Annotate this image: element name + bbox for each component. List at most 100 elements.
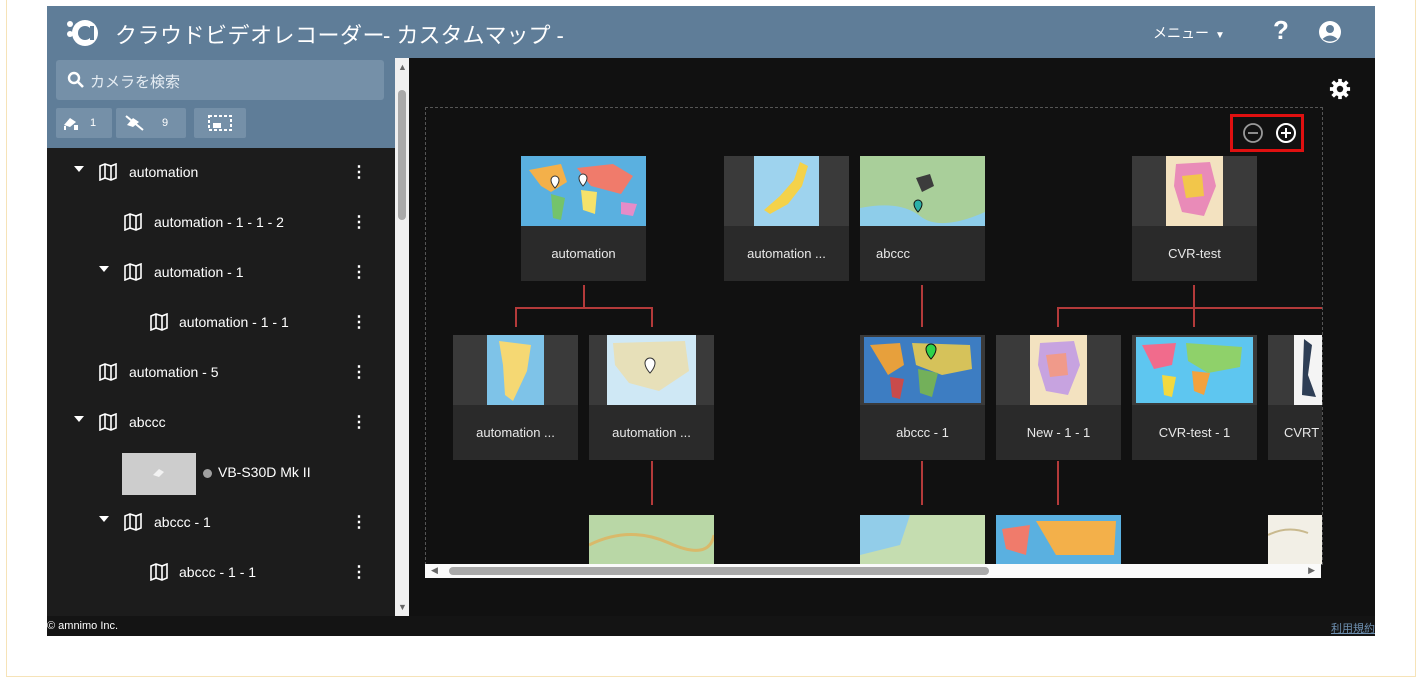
map-card-cvr-test-1[interactable]: CVR-test - 1 <box>1132 335 1257 460</box>
map-icon <box>99 363 117 381</box>
connector-line <box>515 307 517 327</box>
map-card-new-1-1[interactable]: New - 1 - 1 <box>996 335 1121 460</box>
connector-line <box>1057 307 1322 309</box>
south-america-map-image <box>453 335 578 405</box>
more-vert-icon[interactable]: ⋮ <box>351 263 367 283</box>
tree-item-abccc-1-1[interactable]: abccc - 1 - 1 ⋮ <box>47 548 395 598</box>
map-thumbnail <box>521 156 646 226</box>
terrain-map-image <box>860 156 985 226</box>
tree-item-automation-1-1-2[interactable]: automation - 1 - 1 - 2 ⋮ <box>47 198 395 248</box>
japan-map-image <box>724 156 849 226</box>
thumbnail-view-toggle[interactable] <box>194 108 246 138</box>
map-card-abccc[interactable]: abccc <box>860 156 985 281</box>
world-map-image <box>521 156 646 226</box>
map-card-cvr-test[interactable]: CVR-test <box>1132 156 1257 281</box>
scroll-up-icon[interactable]: ▲ <box>398 62 407 72</box>
tree-item-abccc-1[interactable]: abccc - 1 ⋮ <box>47 498 395 548</box>
offline-camera-filter[interactable]: 9 <box>116 108 186 138</box>
help-button[interactable]: ? <box>1273 15 1289 46</box>
expand-caret-icon <box>99 266 109 272</box>
map-card-child[interactable] <box>1268 515 1322 564</box>
map-card-child[interactable] <box>860 515 985 564</box>
tree-item-automation-1-1[interactable]: automation - 1 - 1 ⋮ <box>47 298 395 348</box>
menu-button[interactable]: メニュー ▼ <box>1153 23 1225 43</box>
map-card-name: abccc <box>876 246 910 261</box>
tree-item-abccc[interactable]: abccc ⋮ <box>47 398 395 448</box>
more-vert-icon[interactable]: ⋮ <box>351 563 367 583</box>
terrain-map-image <box>589 515 714 564</box>
more-vert-icon[interactable]: ⋮ <box>351 363 367 383</box>
map-card-name: CVR-test - 1 <box>1158 425 1231 440</box>
map-icon <box>150 313 168 331</box>
tree-item-automation[interactable]: automation ⋮ <box>47 148 395 198</box>
scroll-right-icon[interactable]: ▶ <box>1308 565 1315 576</box>
camera-search-input[interactable]: カメラを検索 <box>56 60 384 100</box>
map-card-automation-2[interactable]: automation ... <box>724 156 849 281</box>
custom-map-canvas[interactable]: automation automation ... abccc CVR-test… <box>425 107 1323 565</box>
connector-line <box>515 307 653 309</box>
map-card-name: automation ... <box>476 425 555 440</box>
more-vert-icon[interactable]: ⋮ <box>351 513 367 533</box>
map-thumbnail <box>589 335 714 405</box>
map-card-name: automation <box>551 246 616 261</box>
map-icon <box>124 213 142 231</box>
map-card-automation[interactable]: automation <box>521 156 646 281</box>
connector-line <box>921 285 923 327</box>
scroll-left-icon[interactable]: ◀ <box>431 565 438 576</box>
tree-item-label: abccc - 1 <box>154 514 211 530</box>
chevron-down-icon: ▼ <box>1215 30 1225 41</box>
map-card-child[interactable] <box>589 515 714 564</box>
tree-item-label: abccc - 1 - 1 <box>179 564 257 580</box>
connector-line <box>1057 307 1059 327</box>
tree-item-label: automation - 5 <box>129 364 219 380</box>
country-map-image <box>1268 335 1322 405</box>
image-view-icon <box>208 115 232 131</box>
map-card-name: New - 1 - 1 <box>1026 425 1091 440</box>
map-icon <box>124 263 142 281</box>
map-thumbnail <box>996 335 1121 405</box>
connector-line <box>1057 461 1059 505</box>
world-map-image <box>1132 335 1257 405</box>
map-card-automation-4[interactable]: automation ... <box>589 335 714 460</box>
map-thumbnail <box>860 335 985 405</box>
map-vertical-scrollbar[interactable] <box>1322 108 1323 564</box>
map-horizontal-scroll-thumb[interactable] <box>449 567 989 575</box>
more-vert-icon[interactable]: ⋮ <box>351 313 367 333</box>
more-vert-icon[interactable]: ⋮ <box>351 413 367 433</box>
expand-caret-icon <box>74 166 84 172</box>
footer: © amnimo Inc. 利用規約 <box>47 616 1375 636</box>
map-card-cvrt[interactable]: CVRT <box>1268 335 1322 460</box>
map-thumbnail <box>1132 156 1257 226</box>
map-card-abccc-1[interactable]: abccc - 1 <box>860 335 985 460</box>
world-political-map-image <box>860 335 985 405</box>
camera-offline-icon <box>125 115 144 131</box>
sidebar-scrollbar[interactable]: ▲ ▼ <box>395 58 409 616</box>
map-icon <box>99 413 117 431</box>
camera-icon <box>153 469 164 477</box>
zoom-in-icon[interactable] <box>1275 122 1297 144</box>
map-horizontal-scrollbar[interactable]: ◀ ▶ <box>425 564 1321 578</box>
camera-thumbnail <box>122 453 196 495</box>
map-thumbnail <box>453 335 578 405</box>
tree-item-automation-1[interactable]: automation - 1 ⋮ <box>47 248 395 298</box>
map-thumbnail <box>1268 335 1322 405</box>
more-vert-icon[interactable]: ⋮ <box>351 163 367 183</box>
map-card-automation-3[interactable]: automation ... <box>453 335 578 460</box>
tree-item-automation-5[interactable]: automation - 5 ⋮ <box>47 348 395 398</box>
zoom-out-icon[interactable] <box>1242 122 1264 144</box>
map-thumbnail <box>724 156 849 226</box>
map-card-child[interactable] <box>996 515 1121 564</box>
gear-icon[interactable] <box>1329 78 1351 100</box>
scroll-down-icon[interactable]: ▼ <box>398 602 407 612</box>
sidebar-scroll-thumb[interactable] <box>398 90 406 220</box>
account-icon[interactable] <box>1318 20 1342 44</box>
map-thumbnail <box>589 515 714 564</box>
sidebar-toolbar: カメラを検索 1 9 <box>47 58 395 148</box>
header-bar: クラウドビデオレコーダー - カスタムマップ - メニュー ▼ ? <box>47 6 1375 58</box>
tree-item-camera[interactable]: VB-S30D Mk II <box>47 448 395 498</box>
more-vert-icon[interactable]: ⋮ <box>351 213 367 233</box>
terms-link[interactable]: 利用規約 <box>1331 620 1375 636</box>
app-logo <box>67 20 98 46</box>
north-america-map-image <box>589 335 714 405</box>
online-camera-filter[interactable]: 1 <box>56 108 112 138</box>
